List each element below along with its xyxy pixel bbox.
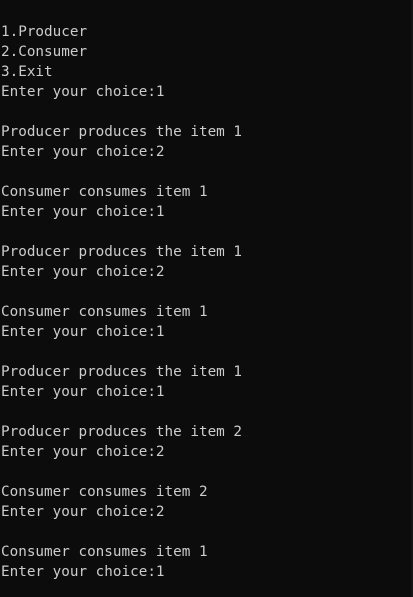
console-line: 2.Consumer: [1, 44, 88, 60]
console-window[interactable]: 1.Producer 2.Consumer 3.Exit Enter your cho…: [0, 0, 413, 597]
console-line: 1.Producer: [1, 24, 88, 40]
console-line: Consumer consumes item 1: [1, 184, 208, 200]
console-line: Producer produces the item 1: [1, 364, 243, 380]
console-line: Consumer consumes item 1: [1, 544, 208, 560]
console-line: Consumer consumes item 2: [1, 484, 208, 500]
console-line: Enter your choice:2: [1, 504, 165, 520]
console-line: Enter your choice:1: [1, 384, 165, 400]
console-line: Enter your choice:1: [1, 204, 165, 220]
console-line: Enter your choice:2: [1, 444, 165, 460]
console-line: Consumer consumes item 1: [1, 304, 208, 320]
console-line: Enter your choice:1: [1, 84, 165, 100]
console-line: Enter your choice:2: [1, 144, 165, 160]
console-line: Enter your choice:2: [1, 264, 165, 280]
console-line: Producer produces the item 1: [1, 124, 243, 140]
console-line: Enter your choice:1: [1, 324, 165, 340]
console-line: Producer produces the item 2: [1, 424, 243, 440]
console-line: Producer produces the item 1: [1, 244, 243, 260]
console-line: Enter your choice:1: [1, 564, 165, 580]
console-output: 1.Producer 2.Consumer 3.Exit Enter your cho…: [1, 22, 242, 582]
console-line: 3.Exit: [1, 64, 53, 80]
